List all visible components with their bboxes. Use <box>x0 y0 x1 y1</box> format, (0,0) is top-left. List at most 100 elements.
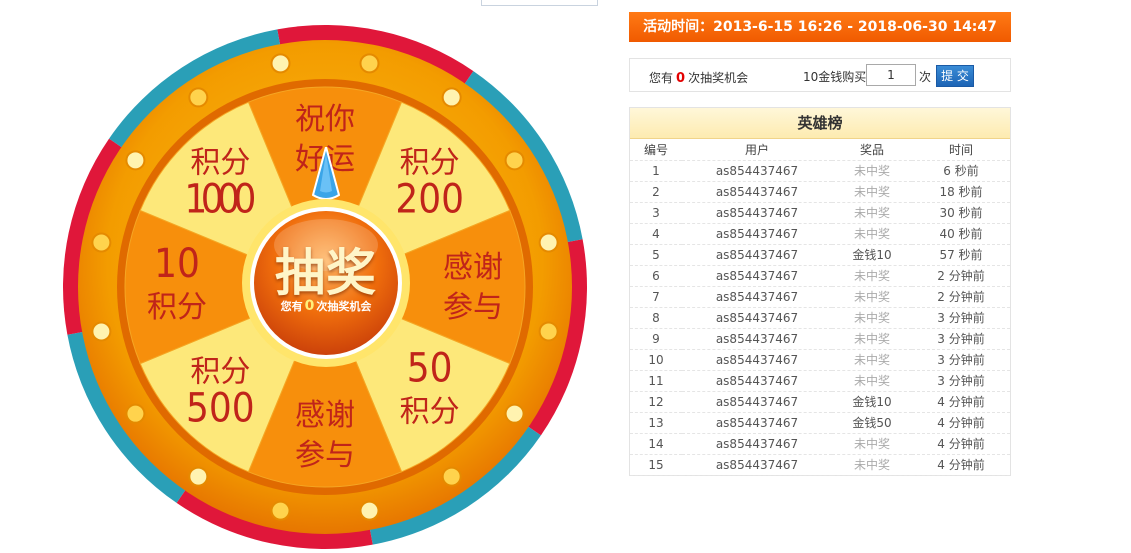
chances-suffix: 次抽奖机会 <box>688 71 749 85</box>
cell-user: as854437467 <box>682 307 832 329</box>
light-dot <box>270 53 291 74</box>
leaderboard-header-row: 编号 用户 奖品 时间 <box>630 139 1010 161</box>
table-row: 5 as854437467 金钱10 57 秒前 <box>630 244 1010 266</box>
light-dot <box>441 87 462 108</box>
table-row: 14 as854437467 未中奖 4 分钟前 <box>630 433 1010 455</box>
cell-user: as854437467 <box>682 244 832 266</box>
cell-time: 57 秒前 <box>912 244 1010 266</box>
cell-time: 4 分钟前 <box>912 412 1010 434</box>
table-row: 12 as854437467 金钱10 4 分钟前 <box>630 391 1010 413</box>
draw-button[interactable]: 抽奖 您有 0 次抽奖机会 <box>240 197 412 369</box>
cell-time: 4 分钟前 <box>912 454 1010 476</box>
table-row: 10 as854437467 未中奖 3 分钟前 <box>630 349 1010 371</box>
cell-user: as854437467 <box>682 370 832 392</box>
cell-id: 2 <box>630 181 682 203</box>
draw-chances-prefix: 您有 <box>280 300 303 313</box>
segment-text-line: 感谢 <box>295 398 355 433</box>
light-dot <box>91 232 112 253</box>
cell-time: 3 分钟前 <box>912 328 1010 350</box>
hero-leaderboard: 英雄榜 编号 用户 奖品 时间 1 as854437467 未中奖 6 秒前 2 as85… <box>629 107 1011 476</box>
segment-text-line: 参与 <box>443 290 503 325</box>
table-row: 7 as854437467 未中奖 2 分钟前 <box>630 286 1010 308</box>
light-dot <box>359 500 380 521</box>
header-prize: 奖品 <box>832 139 912 161</box>
cell-user: as854437467 <box>682 454 832 476</box>
cell-id: 13 <box>630 412 682 434</box>
light-dot <box>504 403 525 424</box>
segment-text-line: 积分 <box>147 290 207 325</box>
top-input-stub <box>481 0 598 6</box>
cell-user: as854437467 <box>682 328 832 350</box>
table-row: 9 as854437467 未中奖 3 分钟前 <box>630 328 1010 350</box>
cell-id: 3 <box>630 202 682 224</box>
cell-user: as854437467 <box>682 286 832 308</box>
segment-label: 10积分 <box>147 241 207 325</box>
cell-prize: 未中奖 <box>832 160 912 182</box>
cell-time: 30 秒前 <box>912 202 1010 224</box>
cell-user: as854437467 <box>682 412 832 434</box>
chances-prefix: 您有 <box>649 71 674 85</box>
light-dot <box>188 466 209 487</box>
cell-prize: 金钱10 <box>832 244 912 266</box>
table-row: 11 as854437467 未中奖 3 分钟前 <box>630 370 1010 392</box>
segment-points-value: 500 <box>186 386 255 432</box>
light-dot <box>270 500 291 521</box>
cell-prize: 未中奖 <box>832 328 912 350</box>
cell-id: 7 <box>630 286 682 308</box>
cell-id: 5 <box>630 244 682 266</box>
cell-prize: 未中奖 <box>832 370 912 392</box>
cell-id: 12 <box>630 391 682 413</box>
leaderboard-table: 编号 用户 奖品 时间 1 as854437467 未中奖 6 秒前 2 as854437… <box>630 139 1010 476</box>
cell-prize: 未中奖 <box>832 349 912 371</box>
table-row: 4 as854437467 未中奖 40 秒前 <box>630 223 1010 245</box>
remaining-chances: 您有 0 次抽奖机会 <box>649 69 748 86</box>
cell-id: 8 <box>630 307 682 329</box>
cell-time: 4 分钟前 <box>912 391 1010 413</box>
cell-id: 10 <box>630 349 682 371</box>
light-dot <box>188 87 209 108</box>
cell-time: 2 分钟前 <box>912 265 1010 287</box>
cell-prize: 未中奖 <box>832 454 912 476</box>
light-dot <box>538 232 559 253</box>
cell-prize: 未中奖 <box>832 307 912 329</box>
cell-user: as854437467 <box>682 433 832 455</box>
cell-prize: 未中奖 <box>832 265 912 287</box>
submit-button[interactable]: 提 交 <box>936 65 974 87</box>
table-row: 8 as854437467 未中奖 3 分钟前 <box>630 307 1010 329</box>
cell-prize: 未中奖 <box>832 223 912 245</box>
cell-user: as854437467 <box>682 223 832 245</box>
cell-time: 4 分钟前 <box>912 433 1010 455</box>
cell-user: as854437467 <box>682 202 832 224</box>
light-dot <box>441 466 462 487</box>
segment-text-line: 感谢 <box>443 250 503 285</box>
cell-time: 6 秒前 <box>912 160 1010 182</box>
table-row: 15 as854437467 未中奖 4 分钟前 <box>630 454 1010 476</box>
cell-prize: 金钱50 <box>832 412 912 434</box>
chances-count: 0 <box>676 71 686 86</box>
table-row: 6 as854437467 未中奖 2 分钟前 <box>630 265 1010 287</box>
cell-id: 11 <box>630 370 682 392</box>
table-row: 2 as854437467 未中奖 18 秒前 <box>630 181 1010 203</box>
buy-label: 10金钱购买 <box>803 70 867 84</box>
light-dot <box>504 150 525 171</box>
cell-prize: 未中奖 <box>832 433 912 455</box>
quantity-input[interactable] <box>866 64 916 86</box>
segment-text-line: 祝你 <box>295 102 355 137</box>
cell-prize: 金钱10 <box>832 391 912 413</box>
cell-prize: 未中奖 <box>832 286 912 308</box>
cell-prize: 未中奖 <box>832 181 912 203</box>
cell-prize: 未中奖 <box>832 202 912 224</box>
draw-button-title: 抽奖 <box>275 244 377 302</box>
cell-id: 4 <box>630 223 682 245</box>
draw-button-chances: 您有 0 次抽奖机会 <box>240 298 412 314</box>
cell-time: 18 秒前 <box>912 181 1010 203</box>
light-dot <box>91 321 112 342</box>
segment-text-line: 积分 <box>400 145 460 180</box>
segment-text-line: 积分 <box>190 145 250 180</box>
cell-time: 40 秒前 <box>912 223 1010 245</box>
cell-user: as854437467 <box>682 391 832 413</box>
activity-time-bar: 活动时间：2013-6-15 16:26 - 2018-06-30 14:47 <box>629 12 1011 42</box>
buy-chances-panel: 您有0次抽奖机会 10金钱购买 次 提 交 <box>629 58 1011 92</box>
light-dot <box>125 150 146 171</box>
table-row: 13 as854437467 金钱50 4 分钟前 <box>630 412 1010 434</box>
